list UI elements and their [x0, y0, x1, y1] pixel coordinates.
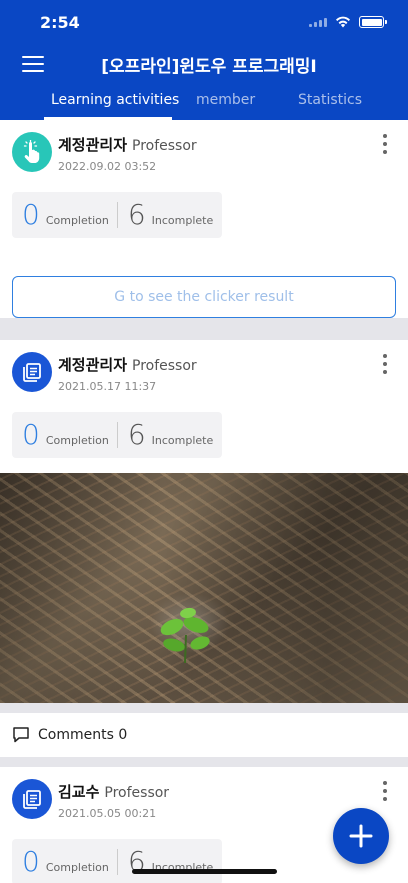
completion-stat: 0 Completion	[12, 848, 109, 876]
incomplete-label: Incomplete	[151, 434, 214, 447]
card-header: 계정관리자 Professor 2021.05.17 11:37	[12, 350, 396, 402]
progress-stats: 0 Completion 6 Incomplete	[12, 839, 222, 883]
activity-card[interactable]: 계정관리자 Professor 2021.05.17 11:37 0 Compl…	[0, 340, 408, 757]
completion-label: Completion	[45, 434, 109, 447]
post-date: 2022.09.02 03:52	[58, 160, 157, 173]
tab-statistics[interactable]: Statistics	[298, 92, 362, 108]
progress-stats: 0 Completion 6 Incomplete	[12, 192, 222, 238]
post-photo[interactable]	[0, 473, 408, 703]
tab-member[interactable]: member	[196, 92, 255, 108]
author-role: Professor	[132, 138, 197, 154]
post-date: 2021.05.05 00:21	[58, 807, 157, 820]
status-icons	[309, 16, 387, 28]
completion-label: Completion	[45, 861, 109, 874]
status-bar: 2:54	[0, 0, 408, 44]
comment-icon	[13, 727, 29, 743]
post-date: 2021.05.17 11:37	[58, 380, 157, 393]
plus-icon	[349, 824, 373, 848]
more-options-icon[interactable]	[378, 134, 392, 154]
completion-count: 0	[22, 418, 40, 451]
author-name: 계정관리자	[58, 136, 128, 154]
incomplete-count: 6	[127, 418, 146, 451]
board-post-icon	[12, 779, 52, 819]
seedling-image	[160, 607, 210, 664]
completion-label: Completion	[45, 214, 109, 227]
card-separator	[0, 330, 408, 340]
signal-icon	[309, 17, 327, 27]
card-separator	[0, 757, 408, 767]
author-role: Professor	[104, 785, 170, 801]
tab-bar: Learning activities member Statistics	[0, 84, 408, 120]
more-options-icon[interactable]	[378, 354, 392, 374]
comments-count: Comments 0	[38, 727, 128, 743]
incomplete-count: 6	[127, 198, 146, 231]
card-meta: 계정관리자 Professor 2021.05.17 11:37	[58, 354, 197, 393]
page-title: [오프라인]윈도우 프로그래밍I	[101, 56, 317, 77]
title-bar: [오프라인]윈도우 프로그래밍I	[0, 44, 408, 84]
home-indicator[interactable]	[132, 869, 277, 874]
completion-count: 0	[22, 198, 40, 231]
card-meta: 계정관리자 Professor 2022.09.02 03:52	[58, 134, 197, 173]
activity-feed: 계정관리자 Professor 2022.09.02 03:52 0 Compl…	[0, 120, 408, 883]
card-meta: 김교수 Professor 2021.05.05 00:21	[58, 781, 169, 820]
activity-card[interactable]: 계정관리자 Professor 2022.09.02 03:52 0 Compl…	[0, 120, 408, 318]
tab-learning-activities[interactable]: Learning activities	[51, 92, 179, 108]
completion-stat: 0 Completion	[12, 201, 109, 229]
board-post-icon	[12, 352, 52, 392]
status-time: 2:54	[40, 12, 80, 32]
incomplete-stat: 6 Incomplete	[118, 201, 213, 229]
add-activity-button[interactable]	[333, 808, 389, 864]
comments-bar[interactable]: Comments 0	[0, 703, 408, 757]
author-name: 김교수	[58, 783, 100, 801]
completion-count: 0	[22, 845, 40, 878]
wifi-icon	[336, 16, 350, 28]
clicker-hand-icon	[12, 132, 52, 172]
author-role: Professor	[132, 358, 197, 374]
menu-button[interactable]	[22, 56, 44, 72]
battery-icon	[359, 16, 387, 28]
progress-stats: 0 Completion 6 Incomplete	[12, 412, 222, 458]
author-name: 계정관리자	[58, 356, 128, 374]
more-options-icon[interactable]	[378, 781, 392, 801]
clicker-result-button[interactable]: G to see the clicker result	[12, 276, 396, 318]
incomplete-label: Incomplete	[151, 214, 214, 227]
app-header: 2:54 [오프라인]윈도우 프로그래밍I Learning activitie…	[0, 0, 408, 120]
completion-stat: 0 Completion	[12, 421, 109, 449]
card-header: 계정관리자 Professor 2022.09.02 03:52	[12, 130, 396, 182]
incomplete-stat: 6 Incomplete	[118, 421, 213, 449]
